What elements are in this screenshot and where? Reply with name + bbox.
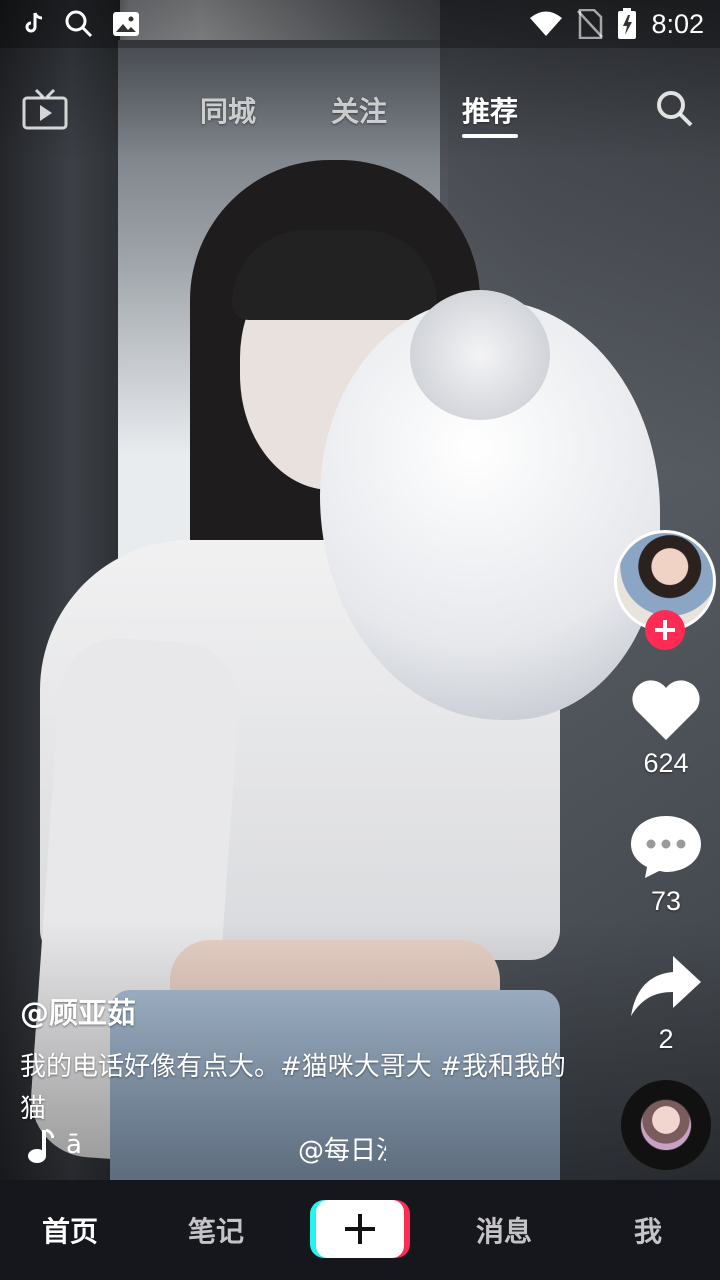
video-caption: @顾亚茹 我的电话好像有点大。#猫咪大哥大 #我和我的猫 bbox=[20, 990, 580, 1130]
tv-icon[interactable] bbox=[22, 88, 68, 130]
video-description[interactable]: 我的电话好像有点大。#猫咪大哥大 #我和我的猫 bbox=[20, 1046, 580, 1130]
comment-button[interactable]: 73 bbox=[616, 814, 716, 917]
creator-avatar-group bbox=[614, 530, 716, 650]
status-bar-left bbox=[0, 9, 140, 39]
author-name[interactable]: @顾亚茹 bbox=[20, 990, 580, 1032]
follow-button[interactable] bbox=[645, 610, 685, 650]
status-bar: 8:02 bbox=[0, 0, 720, 48]
tab-same-city[interactable]: 同城 bbox=[200, 90, 256, 130]
nav-notes[interactable]: 笔记 bbox=[188, 1210, 244, 1250]
share-icon bbox=[631, 956, 701, 1016]
search-icon bbox=[65, 10, 93, 38]
comment-icon bbox=[631, 816, 701, 878]
status-time: 8:02 bbox=[651, 8, 704, 39]
nav-home[interactable]: 首页 bbox=[42, 1210, 98, 1250]
image-icon bbox=[113, 12, 139, 36]
tab-following[interactable]: 关注 bbox=[331, 90, 387, 130]
music-text-left: ā bbox=[66, 1130, 82, 1160]
share-button[interactable]: 2 bbox=[616, 954, 716, 1055]
music-text-right: @每日沙 bbox=[298, 1136, 386, 1166]
nav-me[interactable]: 我 bbox=[634, 1210, 662, 1250]
comment-count: 73 bbox=[650, 886, 682, 916]
video-person-bangs bbox=[232, 230, 437, 320]
music-disc[interactable] bbox=[621, 1080, 711, 1170]
music-text: ā @每日沙 bbox=[66, 1124, 386, 1168]
music-cover bbox=[641, 1100, 691, 1150]
like-count: 624 bbox=[643, 748, 689, 778]
like-button[interactable]: 624 bbox=[616, 678, 716, 779]
battery-charging-icon bbox=[618, 8, 637, 39]
video-cat-head bbox=[410, 290, 550, 420]
search-icon[interactable] bbox=[656, 90, 694, 128]
create-button-face bbox=[316, 1200, 404, 1258]
no-sim-icon bbox=[577, 9, 604, 39]
music-note-icon bbox=[28, 1128, 54, 1163]
tiktok-note-icon bbox=[25, 12, 43, 33]
top-nav: 同城 关注 推荐 bbox=[0, 80, 720, 140]
plus-icon bbox=[655, 620, 675, 640]
create-button[interactable] bbox=[310, 1200, 410, 1258]
music-info[interactable]: ā @每日沙 bbox=[26, 1124, 386, 1168]
bottom-nav: 首页 笔记 消息 我 bbox=[0, 1180, 720, 1280]
wifi-icon bbox=[530, 11, 563, 36]
heart-icon bbox=[632, 680, 700, 740]
nav-messages[interactable]: 消息 bbox=[476, 1210, 532, 1250]
tab-recommended[interactable]: 推荐 bbox=[462, 90, 519, 138]
plus-icon bbox=[345, 1214, 375, 1244]
share-count: 2 bbox=[658, 1024, 674, 1054]
status-bar-right: 8:02 bbox=[529, 8, 720, 40]
